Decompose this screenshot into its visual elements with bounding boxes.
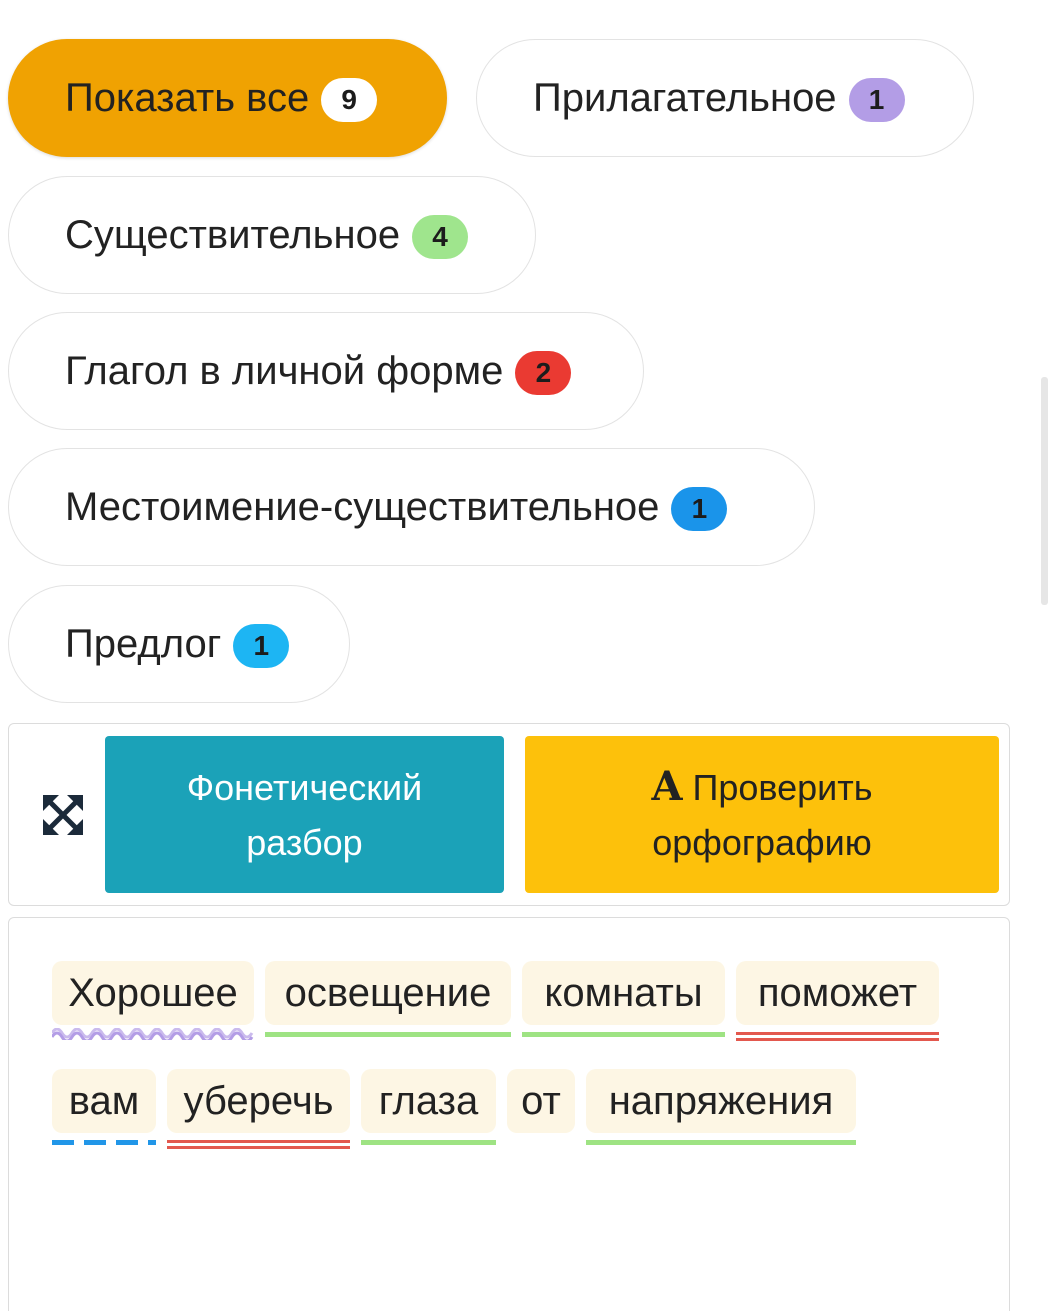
noun-underline [586, 1140, 856, 1145]
verb-double-underline [736, 1032, 939, 1041]
word-noun[interactable]: напряжения [586, 1069, 856, 1145]
word-noun[interactable]: комнаты [522, 961, 725, 1037]
count-badge: 1 [848, 78, 905, 122]
phonetic-analysis-button[interactable]: Фонетический разбор [105, 736, 504, 893]
filter-label: Предлог [65, 621, 222, 666]
scrollbar-thumb[interactable] [1041, 377, 1048, 605]
filter-label: Местоимение-существительное [65, 484, 660, 529]
noun-underline [522, 1032, 725, 1037]
word-verb[interactable]: уберечь [167, 1069, 350, 1149]
noun-underline [361, 1140, 496, 1145]
filter-label: Глагол в личной форме [65, 348, 504, 393]
filter-pronoun-noun[interactable]: Местоимение-существительное 1 [8, 448, 815, 566]
word-noun[interactable]: глаза [361, 1069, 496, 1145]
phonetic-label-line1: Фонетический [186, 766, 423, 808]
word-text: поможет [757, 971, 918, 1015]
spell-label-line1: Проверить [692, 767, 873, 808]
verb-double-underline [167, 1140, 350, 1149]
count-badge: 2 [515, 351, 572, 395]
word-adjective[interactable]: Хорошее [52, 961, 254, 1040]
check-spelling-button[interactable]: A Проверить орфографию [525, 736, 999, 893]
spell-label-line2: орфографию [652, 822, 872, 863]
word-text: комнаты [544, 971, 703, 1015]
pronoun-dashed-underline [52, 1140, 156, 1145]
word-text: от [521, 1079, 561, 1123]
word-verb[interactable]: поможет [736, 961, 939, 1041]
word-text: вам [68, 1079, 140, 1123]
count-badge: 1 [671, 487, 728, 531]
filter-label: Существительное [65, 212, 401, 257]
filter-finite-verb[interactable]: Глагол в личной форме 2 [8, 312, 644, 430]
analysis-toolbar: Фонетический разбор A Проверить орфограф… [8, 723, 1010, 906]
noun-underline [265, 1032, 511, 1037]
count-badge: 4 [412, 215, 469, 259]
count-badge: 9 [321, 78, 378, 122]
filter-label: Прилагательное [533, 75, 837, 120]
filter-preposition[interactable]: Предлог 1 [8, 585, 350, 703]
word-preposition[interactable]: от [507, 1069, 575, 1133]
word-text: напряжения [608, 1079, 834, 1123]
morphology-page: Показать все 9 Прилагательное 1 Существи… [0, 0, 1048, 1311]
word-text: освещение [284, 971, 492, 1015]
word-text: глаза [378, 1079, 479, 1123]
spellcheck-icon: A [651, 763, 683, 810]
word-text: уберечь [183, 1079, 334, 1123]
filter-label: Показать все [65, 75, 310, 120]
adjective-wavy-underline [52, 1028, 254, 1040]
filter-adjective[interactable]: Прилагательное 1 [476, 39, 974, 157]
count-badge: 1 [233, 624, 290, 668]
word-noun[interactable]: освещение [265, 961, 511, 1037]
phonetic-label-line2: разбор [246, 821, 363, 863]
word-text: Хорошее [68, 971, 238, 1015]
filter-show-all[interactable]: Показать все 9 [8, 39, 447, 157]
word-pronoun[interactable]: вам [52, 1069, 156, 1145]
filter-noun[interactable]: Существительное 4 [8, 176, 536, 294]
sentence-area: Хорошее освещение комнаты поможет вам уб… [8, 917, 1010, 1311]
expand-arrows-icon[interactable] [43, 795, 83, 835]
